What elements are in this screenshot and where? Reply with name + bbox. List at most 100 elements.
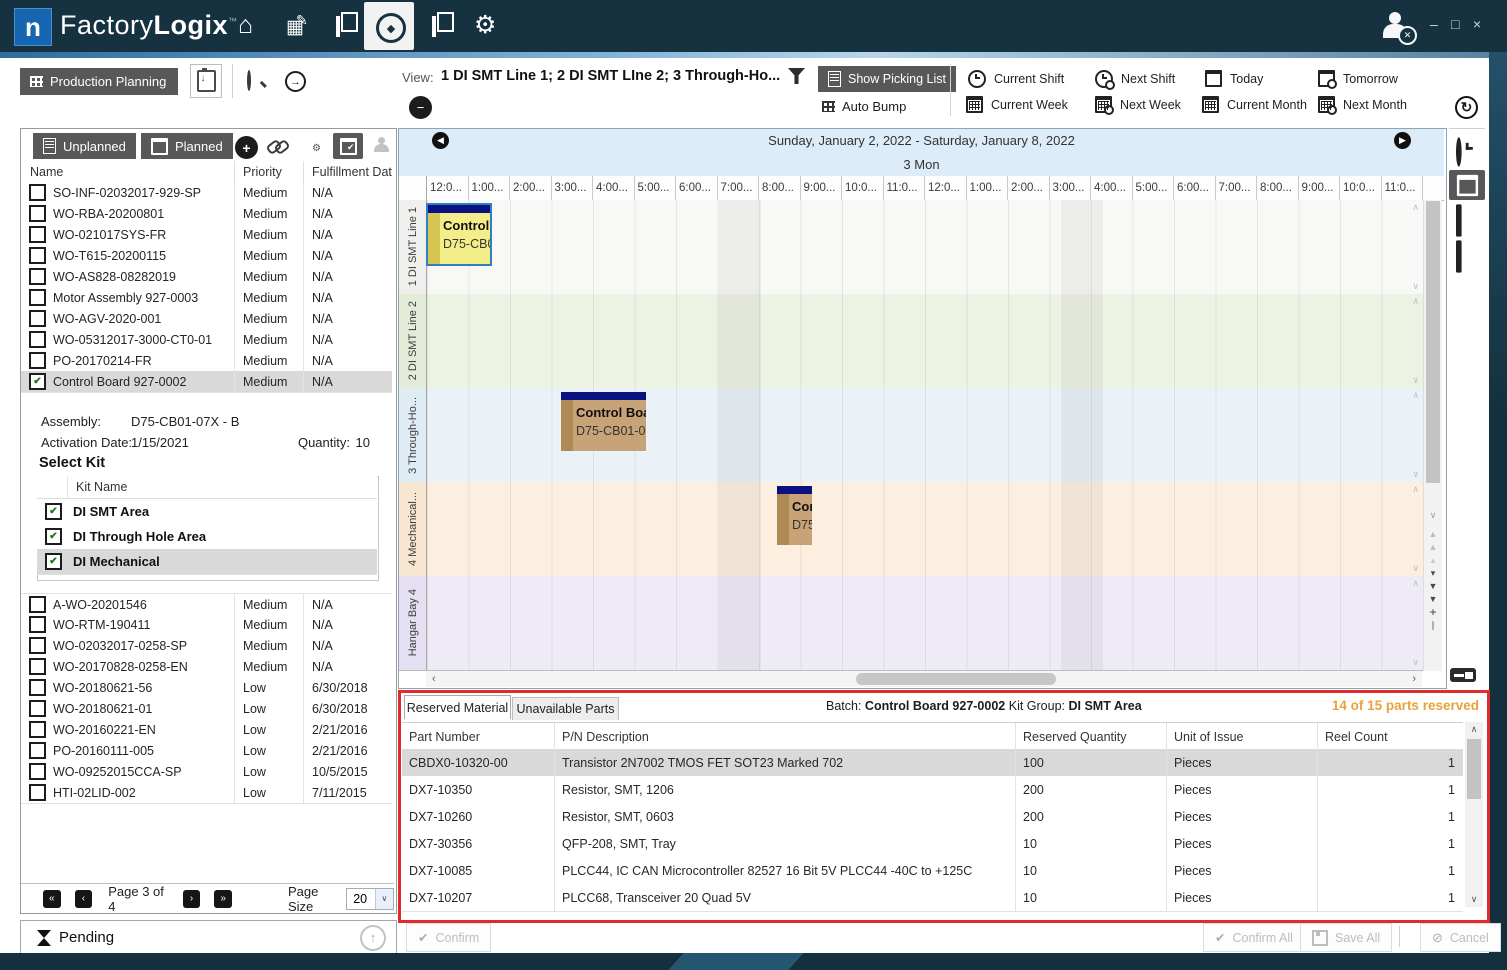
scrollbar-thumb[interactable]	[1467, 739, 1481, 799]
work-order-row[interactable]: WO-AS828-08282019MediumN/A	[21, 266, 392, 288]
row-checkbox[interactable]	[29, 721, 46, 738]
work-order-row[interactable]: PO-20160111-005Low2/21/2016	[21, 740, 392, 762]
row-down-icon[interactable]: ▾	[1431, 567, 1436, 580]
panel-toggle-icon[interactable]	[1450, 668, 1476, 682]
work-order-row[interactable]: SO-INF-02032017-929-SPMediumN/A	[21, 182, 392, 204]
gantt-lane[interactable]: ∧ ∨	[427, 294, 1423, 388]
window-maximize-button[interactable]: □	[1451, 16, 1459, 32]
zoom-bar-icon[interactable]: ∣	[1431, 619, 1436, 632]
add-work-order-icon[interactable]: +	[235, 136, 258, 159]
kit-row-selected[interactable]: ✔DI Mechanical	[37, 549, 377, 575]
logistics-icon[interactable]	[336, 18, 340, 36]
day-view-button-active[interactable]	[1449, 170, 1485, 200]
page-last-button[interactable]: »	[214, 890, 232, 908]
row-checkbox[interactable]	[29, 289, 46, 306]
part-row[interactable]: DX7-10350Resistor, SMT, 1206200Pieces1	[402, 776, 1463, 804]
row-scroll-down-icon[interactable]: ∨	[1412, 375, 1419, 386]
row-scroll-down-icon[interactable]: ∨	[1412, 563, 1419, 574]
work-order-row[interactable]: A-WO-20201546MediumN/A	[21, 593, 392, 616]
column-header-priority[interactable]: Priority	[234, 161, 303, 182]
row-scroll-up-icon[interactable]: ∧	[1412, 390, 1419, 401]
next-shift-button[interactable]: Next Shift	[1095, 70, 1175, 88]
row-checkbox-checked[interactable]: ✔	[29, 373, 46, 390]
window-minimize-button[interactable]: –	[1430, 16, 1438, 32]
kit-checkbox-checked[interactable]: ✔	[45, 503, 62, 520]
auto-bump-button[interactable]: Auto Bump	[822, 99, 906, 114]
row-checkbox[interactable]	[29, 742, 46, 759]
row-checkbox[interactable]	[29, 637, 46, 654]
month-view-icon[interactable]	[1456, 246, 1462, 271]
work-order-row[interactable]: WO-T615-20200115MediumN/A	[21, 245, 392, 267]
remove-view-icon[interactable]: −	[409, 96, 432, 119]
tomorrow-button[interactable]: Tomorrow	[1318, 70, 1398, 87]
gantt-lane[interactable]: ∧ ∨	[427, 576, 1423, 670]
save-all-button[interactable]: Save All	[1300, 923, 1392, 952]
work-order-row[interactable]: WO-20180621-56Low6/30/2018	[21, 677, 392, 699]
page-size-select[interactable]: 20 ∨	[346, 888, 394, 910]
scroll-right-arrow-icon[interactable]: ›	[1412, 673, 1416, 685]
page-first-button[interactable]: «	[43, 890, 61, 908]
reports-icon[interactable]	[432, 18, 436, 36]
parts-scrollbar[interactable]: ∧ ∨	[1465, 722, 1483, 907]
current-shift-button[interactable]: Current Shift	[968, 70, 1064, 88]
chevron-down-icon[interactable]: ∨	[375, 889, 393, 909]
scroll-up-icon[interactable]: ∧	[1471, 724, 1478, 735]
row-scroll-down-icon[interactable]: ∨	[1412, 281, 1419, 292]
row-checkbox[interactable]	[29, 658, 46, 675]
row-checkbox[interactable]	[29, 784, 46, 801]
search-icon[interactable]	[247, 72, 251, 90]
tab-unavailable-parts[interactable]: Unavailable Parts	[512, 697, 619, 720]
clipboard-add-button[interactable]	[190, 64, 222, 98]
part-row[interactable]: DX7-30356QFP-208, SMT, Tray10Pieces1	[402, 830, 1463, 858]
gantt-task-through-hole[interactable]: Control Board 927-0002D75-CB01-07X	[561, 392, 646, 451]
part-row[interactable]: DX7-10207PLCC68, Transceiver 20 Quad 5V1…	[402, 884, 1463, 912]
row-scroll-down-icon[interactable]: ∨	[1412, 469, 1419, 480]
timeline-view-icon[interactable]	[1456, 140, 1462, 165]
work-order-row[interactable]: WO-AGV-2020-001MediumN/A	[21, 308, 392, 330]
row-checkbox[interactable]	[29, 596, 46, 613]
work-order-row[interactable]: WO-RTM-190411MediumN/A	[21, 614, 392, 636]
view-selector-value[interactable]: 1 DI SMT Line 1; 2 DI SMT LIne 2; 3 Thro…	[441, 68, 780, 84]
settings-gear-icon[interactable]: ⚙	[474, 11, 496, 39]
gantt-task-mechanical[interactable]: Control Board 927-0002D75-CB01-07X	[777, 486, 812, 545]
page-next-button[interactable]: ›	[183, 890, 201, 908]
kit-row[interactable]: ✔DI SMT Area	[37, 499, 377, 525]
npi-icon[interactable]: ▦ ✎	[286, 16, 304, 39]
work-order-row-selected[interactable]: ✔Control Board 927-0002MediumN/A	[21, 371, 392, 393]
zoom-plus-icon[interactable]: +	[1429, 606, 1436, 619]
work-order-row[interactable]: WO-05312017-3000-CT0-01MediumN/A	[21, 329, 392, 351]
kit-checkbox-checked[interactable]: ✔	[45, 553, 62, 570]
row-checkbox[interactable]	[29, 247, 46, 264]
window-close-button[interactable]: ×	[1473, 16, 1481, 32]
row-scroll-up-icon[interactable]: ∧	[1412, 296, 1419, 307]
row-checkbox[interactable]	[29, 700, 46, 717]
row-checkbox[interactable]	[29, 184, 46, 201]
production-planning-button[interactable]: Production Planning	[20, 68, 178, 95]
scroll-down-icon[interactable]: ∨	[1471, 894, 1478, 905]
row-scroll-up-icon[interactable]: ∧	[1412, 578, 1419, 589]
gantt-vertical-scrollbar[interactable]: ∨ ▲ ▲ ▴ ▾ ▼ ▼ + ∣	[1423, 200, 1442, 671]
work-order-row[interactable]: WO-RBA-20200801MediumN/A	[21, 203, 392, 225]
column-header-date[interactable]: Fulfillment Date	[303, 161, 392, 182]
row-scroll-up-icon[interactable]: ∧	[1412, 484, 1419, 495]
refresh-icon[interactable]: ↻	[1455, 96, 1478, 119]
today-button[interactable]: Today	[1205, 70, 1263, 87]
row-checkbox[interactable]	[29, 205, 46, 222]
gantt-horizontal-scrollbar[interactable]: ‹ ›	[426, 671, 1422, 687]
work-order-row[interactable]: WO-20180621-01Low6/30/2018	[21, 698, 392, 720]
current-week-button[interactable]: Current Week	[966, 96, 1068, 113]
schedule-check-button-active[interactable]: ✔	[333, 133, 363, 159]
kit-checkbox-checked[interactable]: ✔	[45, 528, 62, 545]
cancel-button[interactable]: ⊘Cancel	[1420, 923, 1501, 952]
row-checkbox[interactable]	[29, 331, 46, 348]
tab-unplanned[interactable]: Unplanned	[33, 133, 136, 159]
tab-reserved-material[interactable]: Reserved Material	[404, 695, 511, 719]
row-checkbox[interactable]	[29, 616, 46, 633]
zoom-out-icon[interactable]: ▲	[1429, 541, 1438, 554]
week-view-icon[interactable]	[1456, 210, 1462, 235]
zoom-in-icon[interactable]: ▼	[1429, 580, 1438, 593]
work-order-row[interactable]: PO-20170214-FRMediumN/A	[21, 350, 392, 372]
scroll-down-icon[interactable]: ∨	[1430, 509, 1437, 522]
part-row-selected[interactable]: CBDX0-10320-00Transistor 2N7002 TMOS FET…	[402, 749, 1463, 777]
row-checkbox[interactable]	[29, 226, 46, 243]
